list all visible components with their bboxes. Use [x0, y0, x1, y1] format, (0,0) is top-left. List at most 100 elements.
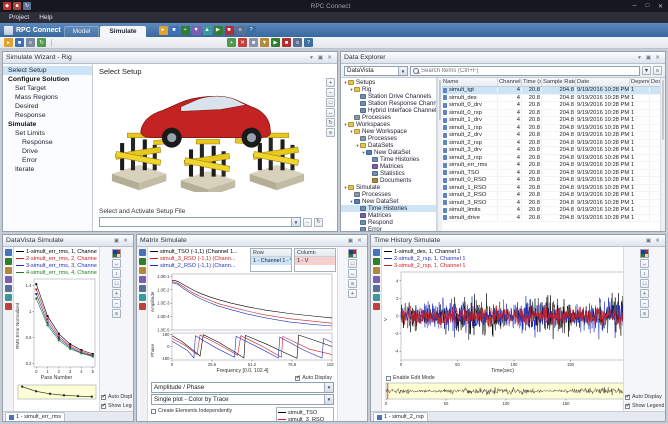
plot-style-combobox[interactable]: Single plot - Color by Trace ▼: [151, 394, 334, 405]
close-icon[interactable]: ✕: [355, 238, 364, 244]
ribbon-tab[interactable]: Simulate: [100, 26, 145, 37]
copy-icon[interactable]: ■: [249, 38, 258, 47]
paste-icon[interactable]: ▼: [260, 38, 269, 47]
column-header[interactable]: Description: [650, 78, 660, 86]
tree-item[interactable]: Error: [341, 226, 436, 231]
export-icon[interactable]: [373, 294, 380, 301]
tree-item[interactable]: ▾ Rig: [341, 86, 436, 93]
minimize-icon[interactable]: ─: [630, 3, 639, 10]
wizard-step[interactable]: Select Setup: [3, 66, 92, 75]
file-icon[interactable]: [373, 249, 380, 256]
wizard-step[interactable]: Simulate: [3, 120, 92, 129]
frf-amplitude-chart[interactable]: 1.0E-11.0E-21.0E-31.0E-41.0E-5: [156, 272, 334, 332]
settings-icon[interactable]: [5, 303, 12, 310]
zoom-out-icon[interactable]: −: [112, 299, 121, 308]
open-icon[interactable]: ▸: [4, 38, 13, 47]
pan-icon[interactable]: ↔: [326, 108, 335, 117]
auto-display-checkbox[interactable]: Auto Display: [625, 394, 664, 400]
rms-overview-strip[interactable]: [16, 383, 98, 401]
legend-entry[interactable]: 3-simult_err_rms, 3, Channel 3: [16, 262, 97, 269]
table-row[interactable]: simult_2_rsp 4 20.8 204.8 9/19/2016 10:2…: [442, 140, 660, 148]
chart-icon[interactable]: [139, 258, 146, 265]
new-dataset-icon[interactable]: +: [227, 38, 236, 47]
table-row[interactable]: simult_TSO 4 20.8 204.8 9/19/2016 10:28 …: [442, 170, 660, 178]
quick-save-icon[interactable]: ■: [13, 2, 21, 10]
help-icon[interactable]: ?: [304, 38, 313, 47]
chart-icon[interactable]: [373, 258, 380, 265]
legend-entry[interactable]: simult_TSO: [278, 409, 332, 416]
plot-mode-combobox[interactable]: Amplitude / Phase ▼: [151, 382, 334, 393]
run-icon[interactable]: ▶: [214, 26, 223, 35]
tree-item[interactable]: Station Drive Channels: [341, 93, 436, 100]
tree-item[interactable]: Processes: [341, 114, 436, 121]
zoom-in-icon[interactable]: +: [640, 289, 649, 298]
column-header[interactable]: Date: [576, 78, 630, 86]
import-icon[interactable]: ▼: [192, 26, 201, 35]
open-setup-icon[interactable]: ▸: [159, 26, 168, 35]
properties-icon[interactable]: ≡: [293, 38, 302, 47]
help-icon[interactable]: ?: [247, 26, 256, 35]
table-row[interactable]: simult_1_RSO 4 20.8 204.8 9/19/2016 10:2…: [442, 185, 660, 193]
wizard-step[interactable]: Desired: [3, 102, 92, 111]
table-icon[interactable]: [139, 267, 146, 274]
display-options-icon[interactable]: ≡: [640, 309, 649, 318]
trace-palette-icon[interactable]: [348, 249, 357, 258]
time-history-chart[interactable]: -4-2024050100150200: [389, 270, 623, 368]
wizard-step[interactable]: Drive: [3, 147, 92, 156]
print-icon[interactable]: ≡: [26, 38, 35, 47]
legend-entry[interactable]: simult_TSO (-1,1) (Channel 1...: [150, 248, 247, 255]
zoom-fit-icon[interactable]: □: [326, 98, 335, 107]
save-icon[interactable]: ■: [170, 26, 179, 35]
table-icon[interactable]: [373, 267, 380, 274]
wizard-step[interactable]: Mass Regions: [3, 93, 92, 102]
tree-item[interactable]: ▾ New DataSet: [341, 198, 436, 205]
zoom-x-icon[interactable]: ↔: [640, 259, 649, 268]
row-item[interactable]: 1 - Channel 1 - V: [251, 257, 291, 265]
maximize-icon[interactable]: □: [643, 3, 652, 10]
export-icon[interactable]: [139, 294, 146, 301]
menu-item[interactable]: Project: [4, 14, 34, 21]
refresh-icon[interactable]: ↻: [37, 38, 46, 47]
column-header[interactable]: Name: [442, 78, 498, 86]
wizard-step[interactable]: Set Target: [3, 84, 92, 93]
frf-phase-chart[interactable]: -1800180025.651.276.8102.4: [156, 332, 334, 368]
delete-icon[interactable]: ✕: [238, 38, 247, 47]
tree-item[interactable]: Station Response Channels: [341, 100, 436, 107]
legend-entry[interactable]: 2-simult_2_rsp, 1, Channel 1: [384, 255, 621, 262]
legend-entry[interactable]: 1-simult_err_rms, 1, Channel 1: [16, 248, 97, 255]
table-row[interactable]: simult_0_rsp 4 20.8 204.8 9/19/2016 10:2…: [442, 110, 660, 118]
new-process-icon[interactable]: +: [181, 26, 190, 35]
table-row[interactable]: simult_2_drv 4 20.8 204.8 9/19/2016 10:2…: [442, 132, 660, 140]
view-selector[interactable]: DataVista ▼: [344, 66, 408, 76]
wizard-step[interactable]: Response: [3, 111, 92, 120]
run-icon[interactable]: ▶: [271, 38, 280, 47]
layout-icon[interactable]: [5, 276, 12, 283]
export-icon[interactable]: ▲: [203, 26, 212, 35]
layout-icon[interactable]: [373, 276, 380, 283]
close-icon[interactable]: ✕: [656, 3, 665, 10]
table-row[interactable]: simult_err_rms 4 20.8 204.8 9/19/2016 10…: [442, 162, 660, 170]
column-item[interactable]: 1 - V: [295, 257, 335, 265]
column-header[interactable]: Time (s): [522, 78, 542, 86]
close-icon[interactable]: ✕: [325, 55, 334, 61]
app-icon[interactable]: ◆: [3, 2, 11, 10]
tree-item[interactable]: Time Histories: [341, 205, 436, 212]
table-scrollbar[interactable]: [660, 78, 665, 231]
pin-icon[interactable]: ▣: [316, 55, 325, 61]
collapse-icon[interactable]: ▾: [307, 55, 316, 61]
wizard-step[interactable]: Response: [3, 138, 92, 147]
column-header[interactable]: Depends On: [630, 78, 650, 86]
pin-icon[interactable]: ▣: [346, 238, 355, 244]
tree-item[interactable]: ▾ DataSets: [341, 142, 436, 149]
table-row[interactable]: simult_2_RSO 4 20.8 204.8 9/19/2016 10:2…: [442, 192, 660, 200]
tab-simult-err-rms[interactable]: 1 - simult_err_rms: [5, 412, 65, 421]
search-input[interactable]: [421, 68, 637, 74]
zoom-out-icon[interactable]: −: [640, 299, 649, 308]
auto-display-checkbox[interactable]: Auto Display: [101, 394, 132, 400]
tree-item[interactable]: Hybrid Interface Channels: [341, 107, 436, 114]
export-icon[interactable]: [5, 294, 12, 301]
rms-error-chart[interactable]: 0.20.611.4012345: [21, 277, 97, 375]
close-icon[interactable]: ✕: [121, 238, 130, 244]
print-icon[interactable]: [373, 285, 380, 292]
stop-icon[interactable]: ■: [225, 26, 234, 35]
